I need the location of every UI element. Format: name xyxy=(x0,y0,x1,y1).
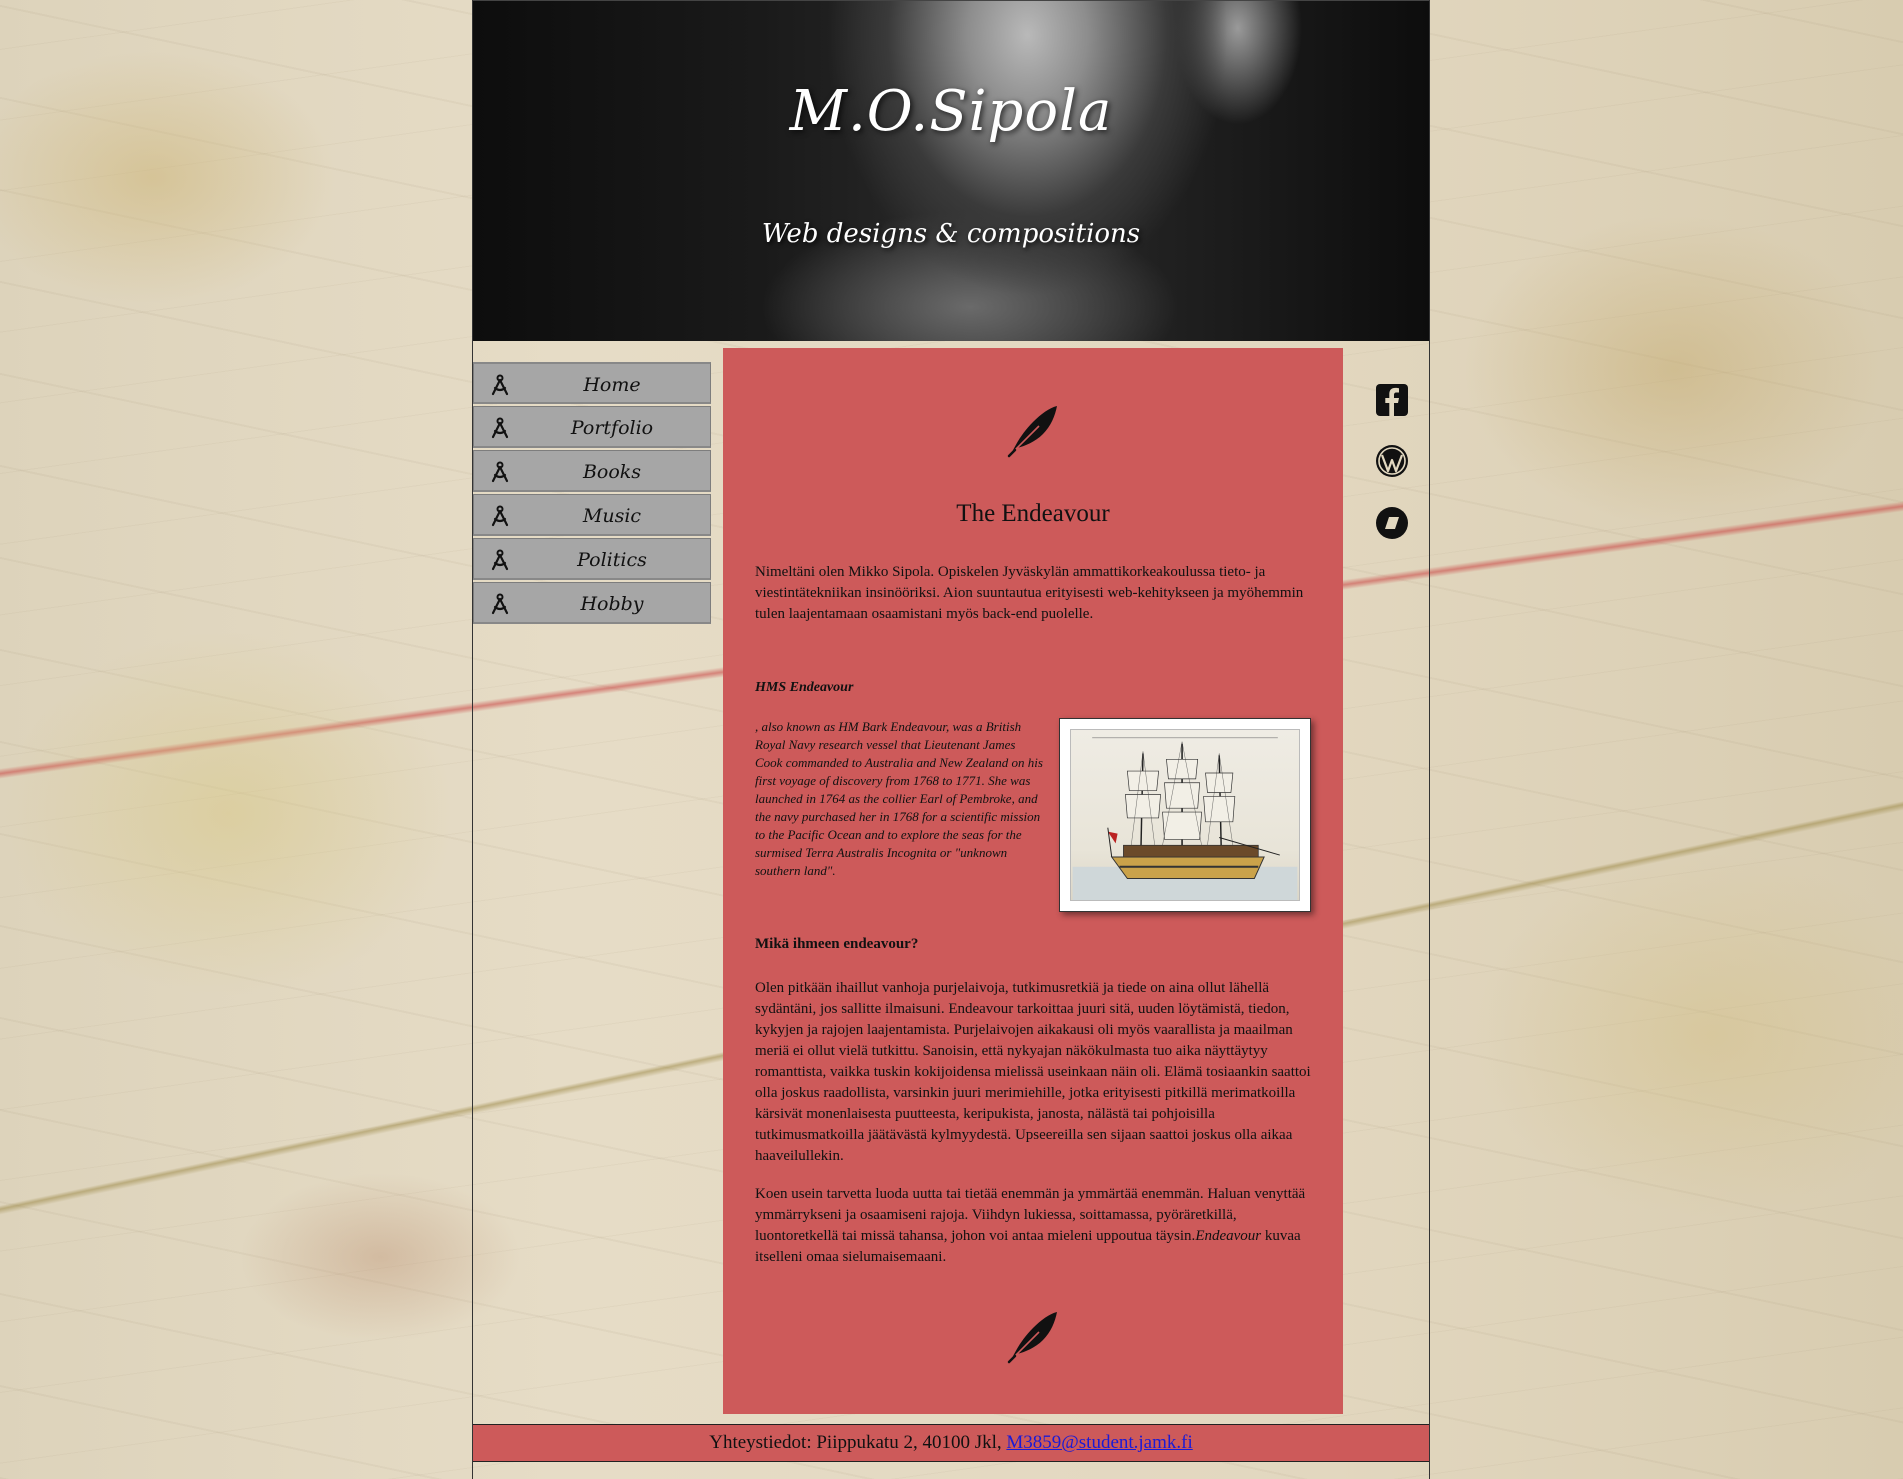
footer-contact-text: Yhteystiedot: Piippukatu 2, 40100 Jkl, xyxy=(709,1432,1007,1453)
facebook-icon[interactable] xyxy=(1375,383,1409,417)
nav-item-home[interactable]: Home xyxy=(473,362,711,404)
nav-item-books[interactable]: Books xyxy=(473,450,711,492)
nav-label: Books xyxy=(582,461,642,483)
emphasis-text: Endeavour xyxy=(1195,1228,1262,1244)
section-heading: Mikä ihmeen endeavour? xyxy=(755,936,919,952)
ship-drawing xyxy=(1072,737,1298,900)
nav-item-portfolio[interactable]: Portfolio xyxy=(473,406,711,448)
feather-icon xyxy=(1007,1312,1057,1364)
nav-label: Portfolio xyxy=(570,417,654,439)
body-paragraph: Koen usein tarvetta luoda uutta tai tiet… xyxy=(755,1184,1313,1268)
hms-heading: HMS Endeavour xyxy=(755,680,854,695)
intro-paragraph: Nimeltäni olen Mikko Sipola. Opiskelen J… xyxy=(755,564,1304,622)
nav-label: Hobby xyxy=(580,593,644,615)
nav-label: Politics xyxy=(577,549,647,571)
page-title: The Endeavour xyxy=(956,500,1110,527)
body-paragraph: Olen pitkään ihaillut vanhoja purjelaivo… xyxy=(755,980,1311,1164)
nav-item-music[interactable]: Music xyxy=(473,494,711,536)
site-title: M.O.Sipola xyxy=(789,79,1113,144)
footer-email-link[interactable]: M3859@student.jamk.fi xyxy=(1006,1432,1192,1453)
nav-item-hobby[interactable]: Hobby xyxy=(473,582,711,624)
ship-illustration xyxy=(1070,729,1300,901)
behance-icon[interactable] xyxy=(1375,506,1409,540)
page-wrapper: M.O.Sipola Web designs & compositions Ho… xyxy=(472,0,1430,1479)
compass-icon xyxy=(491,374,509,396)
site-subtitle: Web designs & compositions xyxy=(761,219,1141,249)
footer: Yhteystiedot: Piippukatu 2, 40100 Jkl, M… xyxy=(473,1424,1429,1462)
sidebar-nav: Home Portfolio Books Music Politics Hobb… xyxy=(473,362,711,626)
header-banner: M.O.Sipola Web designs & compositions xyxy=(473,0,1429,341)
main-content: The Endeavour Nimeltäni olen Mikko Sipol… xyxy=(723,348,1343,1414)
nav-label: Music xyxy=(582,505,642,527)
compass-icon xyxy=(491,505,509,527)
hms-description: , also known as HM Bark Endeavour, was a… xyxy=(755,719,1043,878)
compass-icon xyxy=(491,461,509,483)
compass-icon xyxy=(491,549,509,571)
ship-image xyxy=(1059,718,1311,912)
feather-icon xyxy=(1007,406,1057,458)
compass-icon xyxy=(491,417,509,439)
nav-label: Home xyxy=(583,374,641,396)
nav-item-politics[interactable]: Politics xyxy=(473,538,711,580)
compass-icon xyxy=(491,593,509,615)
wordpress-icon[interactable] xyxy=(1375,444,1409,478)
